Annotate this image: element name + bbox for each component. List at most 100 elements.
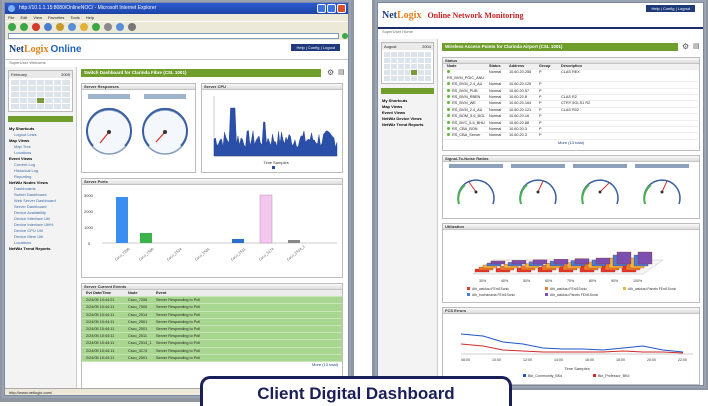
calendar-month[interactable]: August: [384, 44, 396, 49]
status-table: RS_BVM_POIC_ANU Normal 10.60.20.255 P CLAS R…: [443, 70, 699, 140]
print-icon[interactable]: [128, 23, 136, 31]
calendar-month[interactable]: February: [11, 72, 27, 77]
ports-bar: [116, 197, 128, 243]
forward-icon[interactable]: [20, 23, 28, 31]
svg-text:Csco_2501: Csco_2501: [194, 247, 211, 262]
status-more-link[interactable]: More (13 total): [443, 140, 699, 145]
history-icon[interactable]: [104, 23, 112, 31]
refresh-icon[interactable]: [44, 23, 52, 31]
gauge-label-1: [88, 94, 130, 99]
close-button[interactable]: [337, 4, 346, 13]
menu-help[interactable]: Help: [86, 14, 94, 21]
utilization-legend-label: Ath_wakkau Panels FEnt1Sonic: [550, 293, 599, 297]
back-icon[interactable]: [8, 23, 16, 31]
header-nav-links[interactable]: Help | Config | Logout: [291, 44, 340, 51]
print-page-icon[interactable]: ▤: [693, 42, 700, 50]
menu-edit[interactable]: Edit: [20, 14, 27, 21]
sidebar-green-bar: [381, 88, 434, 94]
go-icon[interactable]: [342, 33, 348, 39]
right_window-tree-item[interactable]: NetWiz Trend Reports: [378, 122, 437, 128]
left-app-header: NetLogix Online Help | Config | Logout: [5, 40, 348, 60]
search-icon[interactable]: [68, 23, 76, 31]
svg-text:Csco_2514: Csco_2514: [166, 247, 183, 262]
right-nav-tree: My Shortcuts Map Views Event Views NetWiz D…: [378, 98, 437, 128]
utilization-bar: [637, 251, 653, 265]
utilization-legend-label: Ath_wakkau FEnt1Sonic: [472, 287, 509, 291]
menu-view[interactable]: View: [33, 14, 42, 21]
header-title: Online Network Monitoring: [427, 10, 524, 20]
menu-favorites[interactable]: Favorites: [48, 14, 64, 21]
maximize-button[interactable]: [327, 4, 336, 13]
fcs-tick: 20:00: [647, 358, 656, 362]
event-row[interactable]: 2/24/05 10:44:11 Csco_2501 Server Respondi…: [82, 326, 342, 334]
events-more-link[interactable]: More (13 total): [82, 362, 342, 367]
settings-icon[interactable]: ⚙: [682, 42, 689, 51]
utilization-bar: [490, 260, 506, 265]
utilization-tick: 100%: [633, 279, 643, 283]
mail-icon[interactable]: [116, 23, 124, 31]
fcs-tick: 22:00: [678, 358, 687, 362]
header-nav-links[interactable]: Help | Config | Logout: [646, 5, 695, 12]
event-row[interactable]: 2/24/05 10:44:11 Csco_2501 Server Respondi…: [82, 354, 342, 363]
address-bar: [5, 32, 348, 40]
event-row[interactable]: 2/24/05 10:44:11 Csco_2511 Server Respondi…: [82, 333, 342, 341]
event-row[interactable]: 2/24/05 10:44:11 Csco_2514 Server Respondi…: [82, 311, 342, 319]
svg-text:Csco_2514_1: Csco_2514_1: [286, 244, 306, 261]
signal-panel: Signal-To-Noise Ratios: [442, 155, 700, 219]
server-cpu-panel: Server CPU Time Samples: [201, 83, 343, 173]
calendar-year[interactable]: 2004: [422, 44, 431, 49]
settings-icon[interactable]: ⚙: [327, 68, 334, 77]
utilization-tick: 30%: [479, 279, 487, 283]
status-dot-icon: [447, 120, 450, 124]
signal-gauges: [449, 164, 689, 205]
cpu-xlabel: Time Samples: [263, 160, 288, 165]
utilization-legend-label: Ath_wakkau Panels FEnt1Sonic: [628, 287, 677, 291]
svg-text:Csco_2511: Csco_2511: [230, 247, 246, 262]
calendar-days[interactable]: [9, 78, 72, 111]
print-page-icon[interactable]: ▤: [338, 68, 345, 76]
signal-gauge-1: [457, 179, 495, 205]
fcs-tick: 08:00: [461, 358, 470, 362]
fcs-tick: 18:00: [616, 358, 625, 362]
fcs-tick: 12:00: [523, 358, 532, 362]
ports-ytick: 2000: [84, 209, 94, 214]
status-dot-icon: [447, 70, 450, 74]
utilization-tick: 70%: [567, 279, 575, 283]
response-gauges: [86, 94, 188, 155]
event-row[interactable]: 2/24/05 10:44:11 Csco_7500 Server Respondi…: [82, 304, 342, 312]
utilization-legend-label: Ath_buchanania FEnt1Sonic: [472, 293, 515, 297]
status-row[interactable]: RS_BVM_POIC_ANU Normal 10.60.20.255 P CLAS R…: [443, 70, 699, 83]
breadcrumb: SuperUser Home: [382, 29, 413, 34]
utilization-tick: 40%: [501, 279, 509, 283]
home-icon[interactable]: [56, 23, 64, 31]
event-row[interactable]: 2/24/05 10:44:11 Csco_2501 Server Respondi…: [82, 318, 342, 327]
toolbar: [5, 21, 348, 32]
ports-ytick: 3000: [84, 193, 94, 198]
signal-gauge-4: [643, 179, 681, 205]
calendar-widget: August 2004: [381, 42, 434, 84]
media-icon[interactable]: [92, 23, 100, 31]
calendar-days[interactable]: [382, 50, 433, 83]
utilization-tick: 90%: [611, 279, 619, 283]
event-row[interactable]: 2/24/05 10:44:21 Csco_7206 Server Respondi…: [82, 297, 342, 305]
right-sidebar: August 2004 My Shortcuts Map Views Event V…: [378, 39, 438, 385]
minimize-button[interactable]: [317, 4, 326, 13]
netlogix-logo: NetLogix: [382, 9, 422, 21]
stop-icon[interactable]: [32, 23, 40, 31]
signal-gauge-3: [581, 179, 619, 205]
events-table: 2/24/05 10:44:21 Csco_7206 Server Respondi…: [82, 297, 342, 363]
calendar-year[interactable]: 2005: [61, 72, 70, 77]
favorites-icon[interactable]: [80, 23, 88, 31]
event-row[interactable]: 2/24/05 10:44:11 Csco_2514_1 Server Respon…: [82, 340, 342, 348]
fcs-series-1: [460, 333, 684, 353]
event-row[interactable]: 2/24/05 10:44:11 Csco_3174 Server Respondi…: [82, 347, 342, 355]
menu-tools[interactable]: Tools: [70, 14, 79, 21]
address-input[interactable]: [8, 33, 339, 39]
cpu-series: [213, 107, 338, 157]
left_window-tree-item[interactable]: NetWiz Trend Reports: [5, 246, 76, 252]
menu-bar: File Edit View Favorites Tools Help: [5, 14, 348, 21]
left-titlebar: http://10.1.1.15:8080/OnlineNOC/ - Micro…: [5, 3, 348, 14]
utilization-legend-label: Ath_wakkau FEnt1Sonic: [550, 287, 587, 291]
fcs-legend-1: Bkt_Community_BKd: [528, 374, 562, 378]
menu-file[interactable]: File: [8, 14, 14, 21]
